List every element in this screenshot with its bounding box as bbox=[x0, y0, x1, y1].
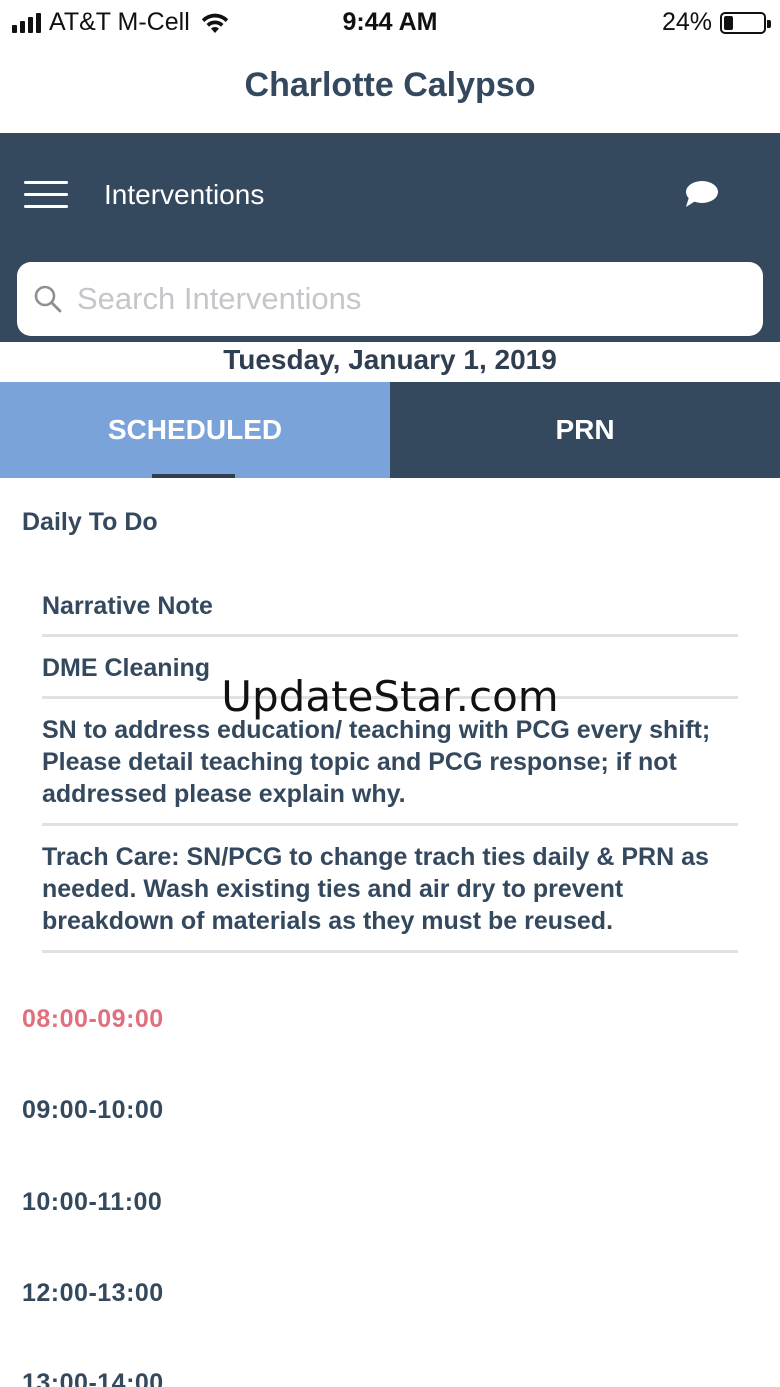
hamburger-menu-icon[interactable] bbox=[24, 179, 68, 211]
time-slot[interactable]: 08:00-09:00 bbox=[22, 1005, 164, 1034]
tab-scheduled[interactable]: SCHEDULED bbox=[0, 382, 390, 478]
time-slot[interactable]: 10:00-11:00 bbox=[22, 1188, 162, 1217]
tab-scheduled-label: SCHEDULED bbox=[107, 414, 283, 445]
tab-bar: SCHEDULED PRN bbox=[0, 382, 780, 478]
nav-title: Interventions bbox=[104, 179, 265, 210]
selected-date[interactable]: Tuesday, January 1, 2019 bbox=[0, 342, 780, 382]
search-box[interactable] bbox=[17, 262, 763, 336]
battery-icon bbox=[720, 11, 771, 34]
list-divider bbox=[42, 696, 738, 699]
list-divider bbox=[42, 634, 738, 637]
section-title-daily-to-do: Daily To Do bbox=[22, 508, 158, 536]
battery-level bbox=[724, 15, 734, 30]
time-slot[interactable]: 13:00-14:00 bbox=[22, 1369, 164, 1387]
list-divider bbox=[42, 823, 738, 826]
patient-name-title: Charlotte Calypso bbox=[244, 66, 536, 104]
list-item[interactable]: Trach Care: SN/PCG to change trach ties … bbox=[42, 841, 738, 937]
status-right: 24% bbox=[661, 8, 771, 37]
search-input[interactable] bbox=[77, 281, 717, 317]
list-item[interactable]: DME Cleaning bbox=[42, 652, 738, 684]
search-bar-container bbox=[0, 258, 780, 342]
battery-percent: 24% bbox=[661, 8, 712, 36]
search-icon bbox=[34, 285, 62, 313]
tab-prn-label: PRN bbox=[555, 414, 615, 445]
tab-prn[interactable]: PRN bbox=[390, 382, 780, 478]
list-item[interactable]: SN to address education/ teaching with P… bbox=[42, 714, 738, 810]
status-bar: AT&T M-Cell 9:44 AM 24% bbox=[0, 0, 780, 44]
time-slot[interactable]: 12:00-13:00 bbox=[22, 1279, 164, 1308]
nav-header: Interventions bbox=[0, 133, 780, 258]
list-item[interactable]: Narrative Note bbox=[42, 590, 738, 622]
list-divider bbox=[42, 950, 738, 953]
chat-bubble-icon[interactable] bbox=[683, 179, 719, 211]
time-slot[interactable]: 09:00-10:00 bbox=[22, 1096, 164, 1125]
active-tab-indicator bbox=[152, 474, 235, 478]
